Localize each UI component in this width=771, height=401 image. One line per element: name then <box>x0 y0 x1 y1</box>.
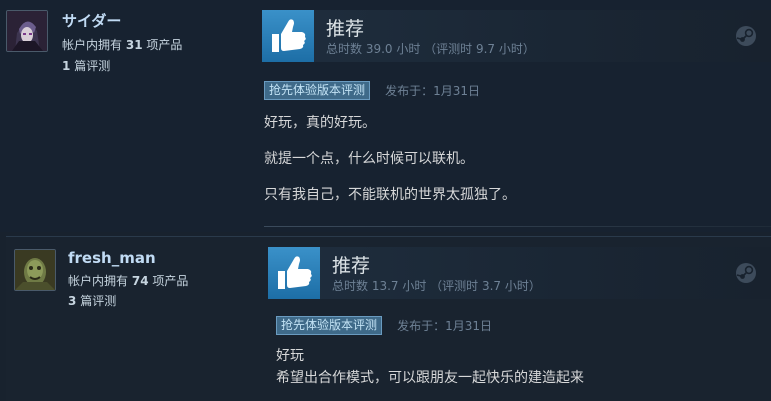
products-suffix: 项产品 <box>146 38 183 52</box>
author-reviews[interactable]: 3 篇评测 <box>68 291 116 311</box>
review-divider <box>264 226 771 227</box>
early-access-badge: 抢先体验版本评测 <box>276 316 383 335</box>
products-count: 31 <box>125 38 143 52</box>
playtime-hours: 总时数 39.0 小时 （评测时 9.7 小时） <box>326 42 535 56</box>
author-products[interactable]: 帐户内拥有 31 项产品 <box>62 35 182 55</box>
author-name[interactable]: サイダー <box>62 10 121 31</box>
review-paragraph: 只有我自己，不能联机的世界太孤独了。 <box>264 187 516 203</box>
review-badge-row: 抢先体验版本评测 发布于：1月31日 <box>264 80 480 100</box>
review-body: 好玩 希望出合作模式，可以跟朋友一起快乐的建造起来 <box>276 345 584 389</box>
review-card: サイダー 帐户内拥有 31 项产品 1 篇评测 推荐 总时数 39.0 小时 （… <box>0 0 771 232</box>
vote-label: 推荐 <box>332 255 371 277</box>
vote-header[interactable]: 推荐 总时数 13.7 小时 （评测时 3.7 小时） <box>268 247 771 299</box>
thumbs-up-icon <box>262 10 314 62</box>
products-suffix: 项产品 <box>152 274 189 288</box>
posted-date: 发布于：1月31日 <box>385 84 481 98</box>
reviews-suffix: 篇评测 <box>80 294 117 308</box>
review-paragraph: 希望出合作模式，可以跟朋友一起快乐的建造起来 <box>276 370 584 386</box>
author-reviews[interactable]: 1 篇评测 <box>62 56 110 76</box>
posted-date: 发布于：1月31日 <box>397 319 493 333</box>
review-badge-row: 抢先体验版本评测 发布于：1月31日 <box>276 315 492 335</box>
products-prefix: 帐户内拥有 <box>62 38 123 52</box>
review-card: fresh_man 帐户内拥有 74 项产品 3 篇评测 推荐 总时数 13.7… <box>6 236 771 401</box>
review-body: 好玩，真的好玩。 就提一个点，什么时候可以联机。 只有我自己，不能联机的世界太孤… <box>264 112 516 220</box>
steam-logo-icon <box>736 26 756 46</box>
author-products[interactable]: 帐户内拥有 74 项产品 <box>68 271 188 291</box>
thumbs-up-icon <box>268 247 320 299</box>
author-avatar[interactable] <box>6 10 48 52</box>
review-paragraph: 好玩 <box>276 348 304 364</box>
early-access-badge: 抢先体验版本评测 <box>264 81 371 100</box>
vote-label: 推荐 <box>326 18 365 40</box>
avatar-image <box>15 250 55 290</box>
review-paragraph: 就提一个点，什么时候可以联机。 <box>264 151 474 167</box>
reviews-count: 1 <box>62 59 71 73</box>
author-name[interactable]: fresh_man <box>68 249 156 267</box>
avatar-image <box>7 11 47 51</box>
steam-logo-icon <box>736 263 756 283</box>
reviews-suffix: 篇评测 <box>74 59 111 73</box>
playtime-hours: 总时数 13.7 小时 （评测时 3.7 小时） <box>332 279 541 293</box>
review-author: fresh_man 帐户内拥有 74 项产品 3 篇评测 <box>6 237 261 401</box>
products-prefix: 帐户内拥有 <box>68 274 129 288</box>
products-count: 74 <box>131 274 149 288</box>
vote-header[interactable]: 推荐 总时数 39.0 小时 （评测时 9.7 小时） <box>262 10 771 62</box>
author-avatar[interactable] <box>14 249 56 291</box>
review-author: サイダー 帐户内拥有 31 项产品 1 篇评测 <box>0 0 255 232</box>
review-paragraph: 好玩，真的好玩。 <box>264 115 376 131</box>
reviews-count: 3 <box>68 294 77 308</box>
